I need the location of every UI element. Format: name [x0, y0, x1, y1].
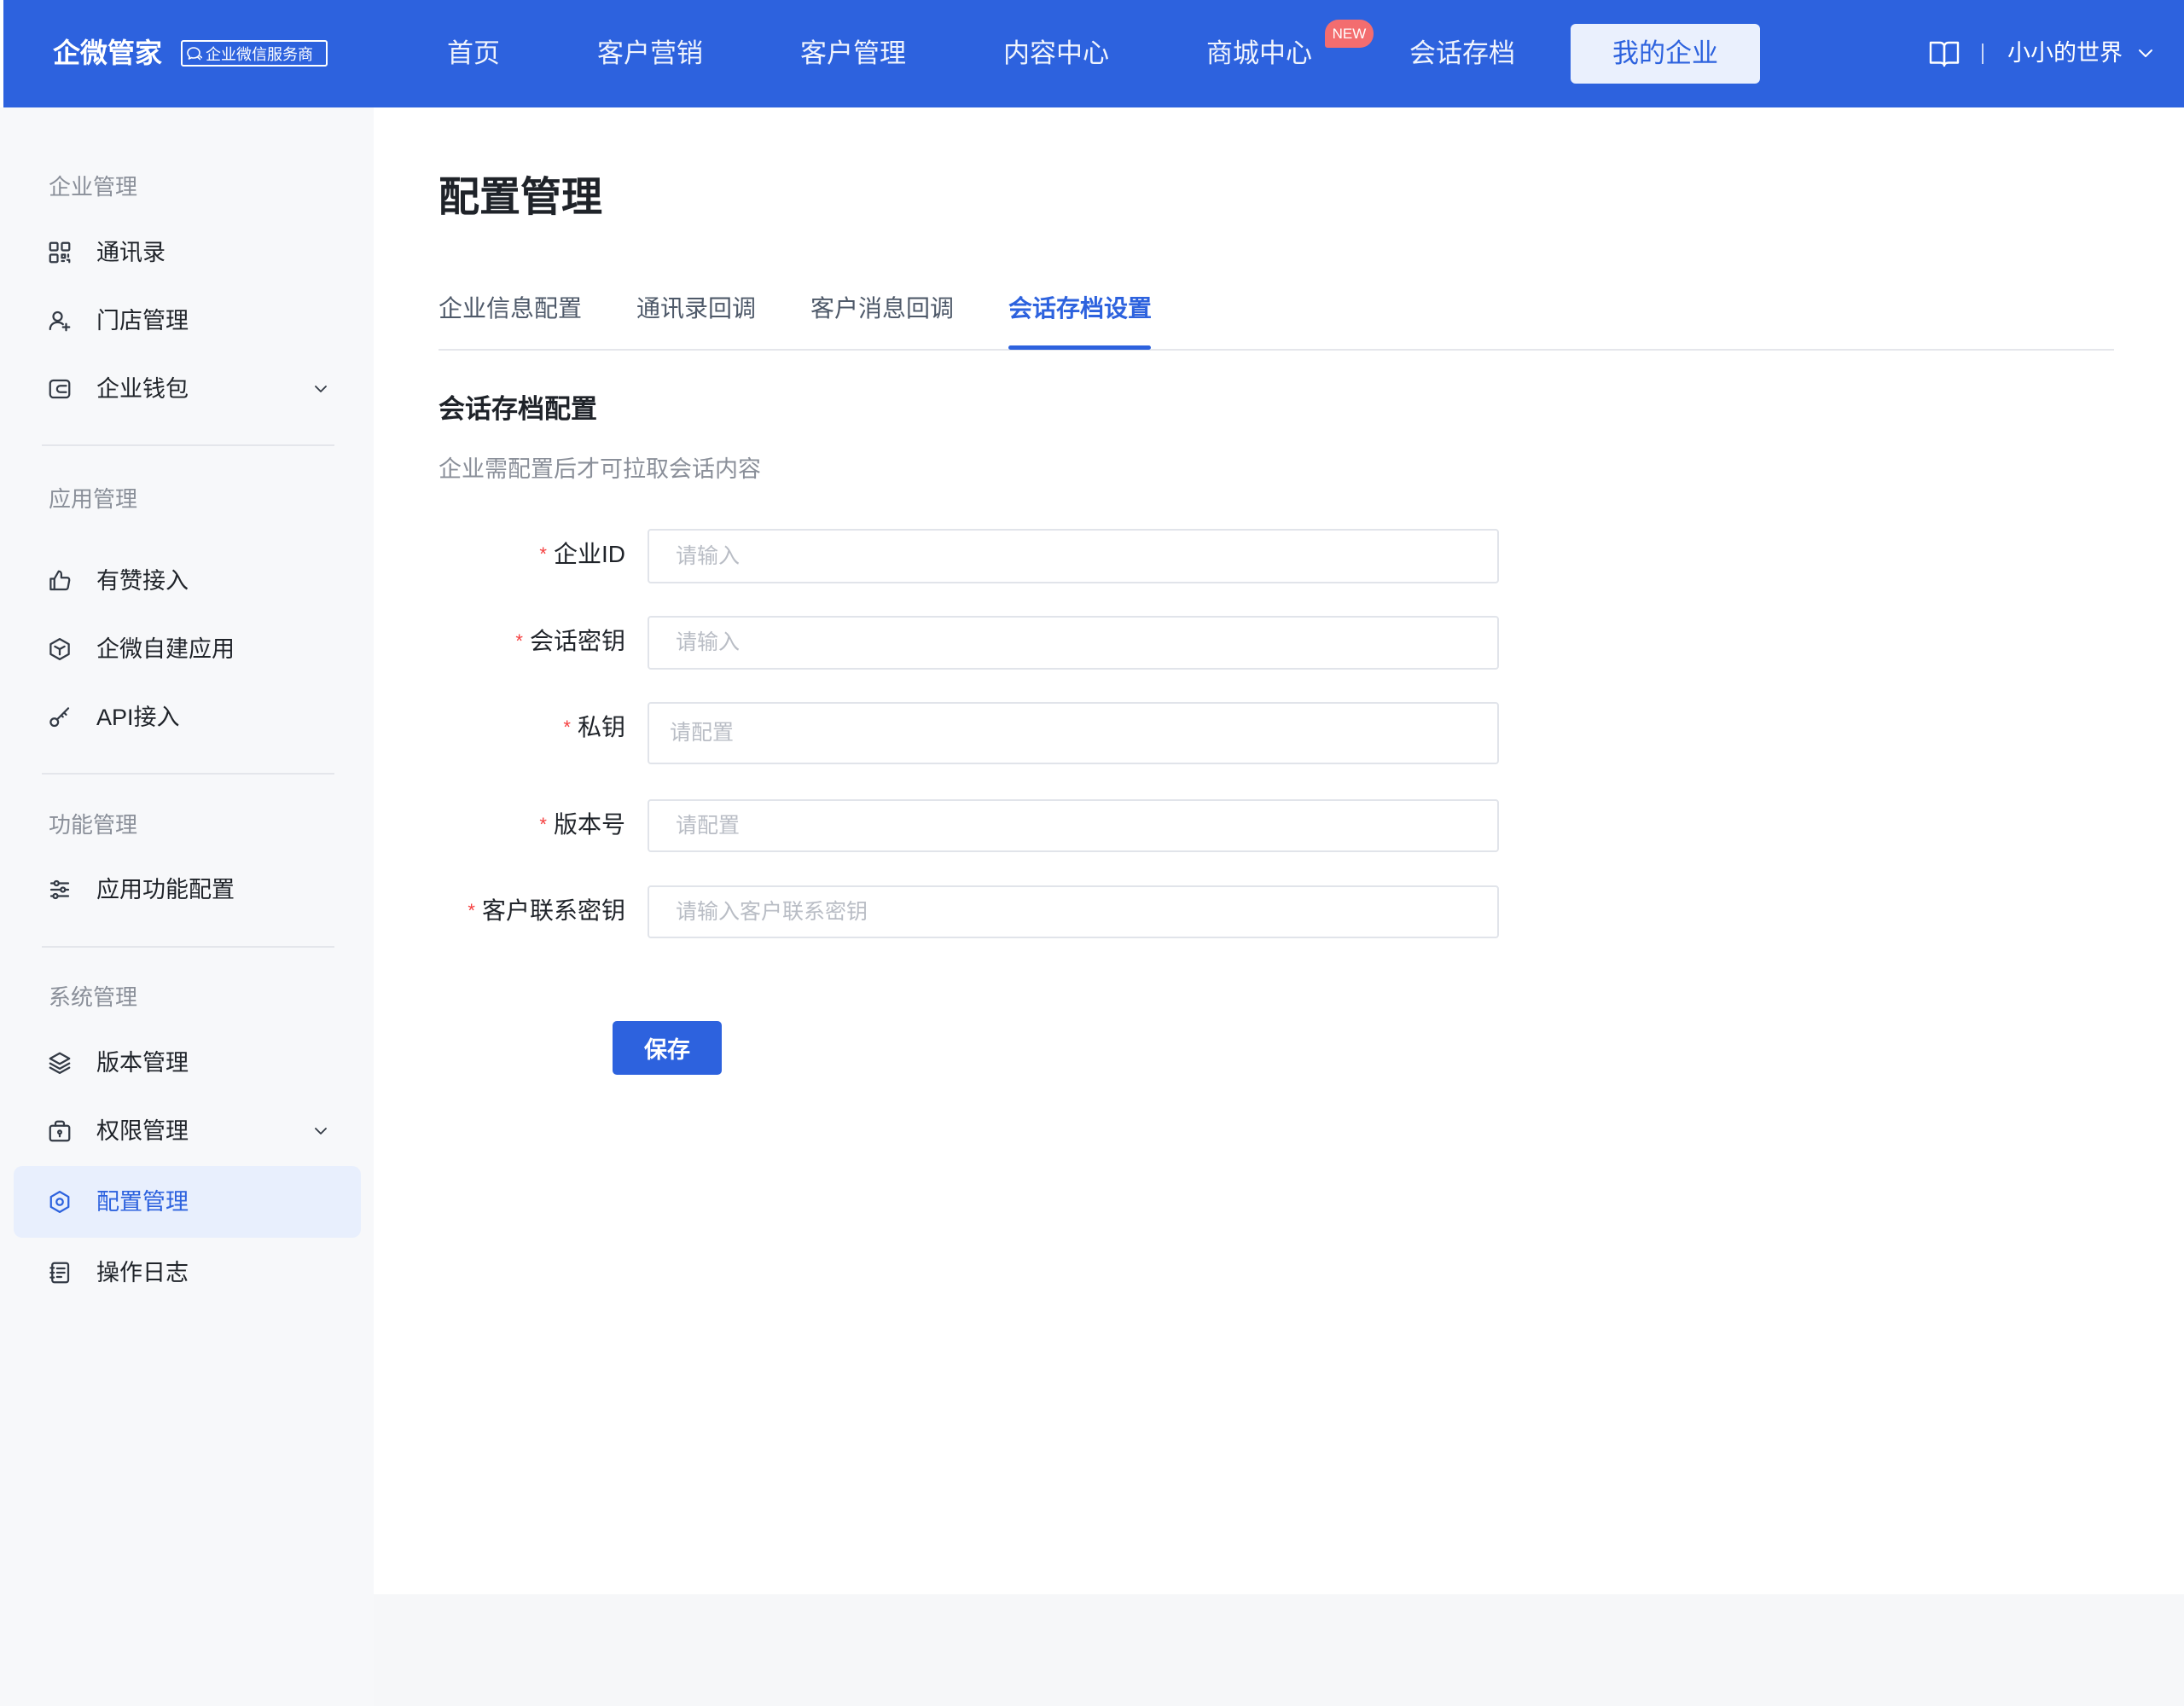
sidebar-item-store-management[interactable]: 门店管理: [14, 285, 361, 357]
tab-customer-message-callback[interactable]: 客户消息回调: [810, 292, 954, 326]
sliders-icon: [49, 879, 70, 900]
top-header: 企微管家 企业微信服务商 首页 客户营销 客户管理 内容中心 商城中心 NEW …: [3, 0, 2184, 107]
sidebar-item-label: 企业钱包: [96, 376, 189, 402]
sidebar-item-contacts[interactable]: 通讯录: [14, 217, 361, 288]
new-badge: NEW: [1325, 20, 1374, 48]
chevron-down-icon[interactable]: [312, 382, 329, 396]
nav-item-customer-marketing[interactable]: 客户营销: [597, 24, 703, 84]
field-label-text: 会话密钥: [529, 628, 625, 654]
thumbs-up-icon: [49, 570, 71, 591]
field-label: * 客户联系密钥: [374, 885, 625, 937]
nav-item-mall-center-label: 商城中心: [1206, 38, 1312, 68]
lock-icon: [49, 1120, 71, 1142]
sidebar-divider: [42, 946, 334, 948]
wechat-work-icon: [187, 46, 203, 60]
book-icon[interactable]: [1928, 38, 1960, 69]
nav-item-content-center[interactable]: 内容中心: [1003, 24, 1109, 84]
user-add-icon: [49, 310, 71, 332]
save-button[interactable]: 保存: [613, 1021, 722, 1075]
private-key-input[interactable]: [648, 702, 1499, 764]
tabs-divider: [439, 349, 2114, 351]
main-nav: 首页 客户营销 客户管理 内容中心 商城中心 NEW 会话存档 我的企业: [447, 20, 1760, 84]
contact-secret-input[interactable]: [648, 885, 1499, 938]
field-label-text: 企业ID: [553, 541, 625, 567]
sidebar-item-label: 通讯录: [96, 240, 166, 265]
sidebar-item-api[interactable]: API接入: [14, 682, 361, 753]
settings-icon: [49, 1191, 70, 1213]
corp-id-input[interactable]: [648, 529, 1499, 583]
nav-item-mall-center[interactable]: 商城中心 NEW: [1206, 20, 1374, 84]
required-mark: *: [563, 717, 571, 738]
tab-contacts-callback[interactable]: 通讯录回调: [636, 292, 756, 326]
sidebar-item-feature-config[interactable]: 应用功能配置: [14, 854, 361, 926]
section-title: 会话存档配置: [439, 394, 597, 424]
field-label: * 会话密钥: [374, 616, 625, 667]
sidebar-divider: [42, 444, 334, 446]
brand-name: 企微管家: [53, 38, 163, 68]
sidebar-section-title: 功能管理: [49, 812, 138, 838]
sidebar-item-self-built-app[interactable]: 企微自建应用: [14, 613, 361, 685]
service-provider-badge: 企业微信服务商: [181, 40, 328, 67]
main-content: 配置管理 企业信息配置 通讯录回调 客户消息回调 会话存档设置 会话存档配置 企…: [374, 107, 2184, 1594]
sidebar-item-label: 版本管理: [96, 1050, 189, 1076]
sidebar-item-label: API接入: [96, 705, 180, 730]
field-label: * 版本号: [374, 799, 625, 850]
log-icon: [49, 1262, 70, 1284]
required-mark: *: [539, 814, 547, 835]
field-label: * 企业ID: [374, 529, 625, 580]
nav-item-customer-management[interactable]: 客户管理: [800, 24, 906, 84]
sidebar-item-label: 操作日志: [96, 1260, 189, 1285]
sidebar-item-label: 门店管理: [96, 308, 189, 334]
layers-icon: [49, 1052, 71, 1074]
sidebar-item-operation-log[interactable]: 操作日志: [14, 1237, 361, 1309]
nav-item-home[interactable]: 首页: [447, 24, 500, 84]
page-title: 配置管理: [439, 175, 603, 220]
nav-item-chat-archive[interactable]: 会话存档: [1409, 24, 1515, 84]
tab-enterprise-info[interactable]: 企业信息配置: [439, 292, 582, 326]
sidebar-divider: [42, 773, 334, 775]
sidebar-item-config-management[interactable]: 配置管理: [14, 1166, 361, 1238]
sidebar-item-permission-management[interactable]: 权限管理: [14, 1095, 361, 1167]
nav-item-my-enterprise[interactable]: 我的企业: [1571, 24, 1760, 84]
sidebar-section-title: 企业管理: [49, 174, 138, 200]
field-label-text: 客户联系密钥: [481, 897, 625, 924]
sidebar-item-label: 有赞接入: [96, 568, 189, 594]
sidebar-section-title: 应用管理: [49, 486, 138, 512]
cube-icon: [49, 638, 70, 660]
sidebar: 企业管理 通讯录 门店管理 企业钱包 应用管理 有赞接入 企微自建应用 API接…: [0, 107, 374, 1706]
required-mark: *: [515, 630, 523, 652]
wallet-icon: [49, 379, 71, 399]
sidebar-item-label: 企微自建应用: [96, 636, 235, 662]
user-name[interactable]: 小小的世界: [2007, 38, 2123, 68]
header-separator: [1982, 44, 1984, 64]
section-description: 企业需配置后才可拉取会话内容: [439, 456, 761, 482]
tab-chat-archive-settings[interactable]: 会话存档设置: [1008, 292, 1152, 326]
field-label-text: 版本号: [553, 811, 625, 838]
sidebar-item-youzan[interactable]: 有赞接入: [14, 545, 361, 617]
active-tab-indicator: [1008, 345, 1151, 350]
sidebar-item-label: 应用功能配置: [96, 877, 235, 902]
chat-secret-input[interactable]: [648, 616, 1499, 670]
badge-text: 企业微信服务商: [206, 45, 313, 63]
version-input[interactable]: [648, 799, 1499, 852]
sidebar-section-title: 系统管理: [49, 984, 138, 1010]
chevron-down-icon[interactable]: [312, 1124, 329, 1138]
sidebar-item-label: 权限管理: [96, 1118, 189, 1144]
required-mark: *: [539, 543, 547, 565]
sidebar-item-enterprise-wallet[interactable]: 企业钱包: [14, 353, 361, 425]
chevron-down-icon[interactable]: [2136, 46, 2155, 60]
sidebar-item-label: 配置管理: [96, 1189, 189, 1215]
grid-icon: [49, 241, 71, 264]
field-label-text: 私钥: [577, 714, 625, 740]
required-mark: *: [468, 900, 475, 921]
field-label: * 私钥: [374, 702, 625, 753]
sidebar-item-version-management[interactable]: 版本管理: [14, 1027, 361, 1099]
key-icon: [49, 707, 70, 728]
page-footer-area: [374, 1594, 2184, 1706]
